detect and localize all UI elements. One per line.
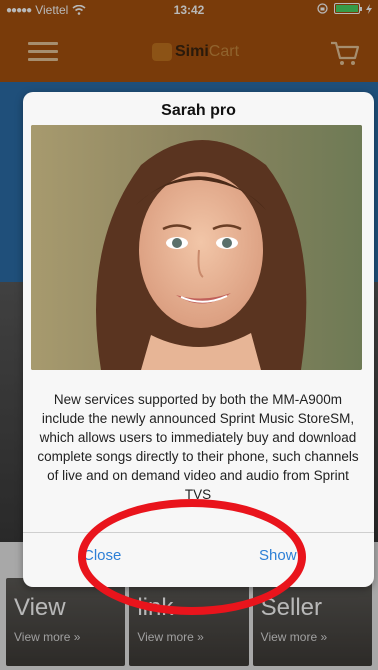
dialog-title: Sarah pro bbox=[161, 102, 236, 119]
dialog-description: New services supported by both the MM-A9… bbox=[37, 392, 359, 502]
app-screen: ●●●●● Viettel 13:42 Simi Cart View View … bbox=[0, 0, 378, 670]
red-annotation-circle bbox=[78, 499, 306, 615]
profile-photo bbox=[31, 125, 362, 370]
portrait-image bbox=[31, 125, 362, 370]
